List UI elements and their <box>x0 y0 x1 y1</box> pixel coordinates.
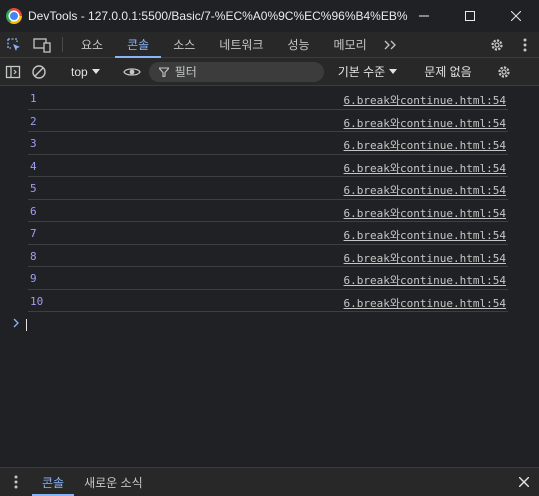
minimize-button[interactable] <box>401 0 447 32</box>
log-levels-label: 기본 수준 <box>337 65 386 79</box>
live-expression-button[interactable] <box>119 58 145 86</box>
clear-icon <box>32 64 46 79</box>
close-drawer-button[interactable] <box>509 468 539 496</box>
tab-memory[interactable]: 메모리 <box>322 32 379 57</box>
source-link[interactable]: 6.break와continue.html:54 <box>344 205 506 221</box>
context-label: top <box>71 64 88 79</box>
more-tabs-button[interactable] <box>379 32 401 57</box>
console-message: 1 6.break와continue.html:54 <box>28 87 508 110</box>
message-value: 1 <box>30 92 37 105</box>
message-value: 3 <box>30 137 37 150</box>
message-value: 2 <box>30 114 37 128</box>
close-window-button[interactable] <box>493 0 539 32</box>
drawer-menu-button[interactable] <box>0 468 32 496</box>
title-bar: DevTools - 127.0.0.1:5500/Basic/7-%EC%A0… <box>0 0 539 32</box>
main-toolbar: 요소 콘솔 소스 네트워크 성능 메모리 <box>0 32 539 58</box>
source-link[interactable]: 6.break와continue.html:54 <box>344 295 506 311</box>
message-value: 6 <box>30 204 37 218</box>
sidebar-toggle-button[interactable] <box>0 58 26 86</box>
source-link[interactable]: 6.break와continue.html:54 <box>344 137 506 153</box>
sidebar-icon <box>5 65 21 78</box>
tab-sources[interactable]: 소스 <box>161 32 207 57</box>
gear-icon <box>498 65 510 78</box>
maximize-icon <box>465 11 475 21</box>
console-message: 2 6.break와continue.html:54 <box>28 110 508 132</box>
console-message: 4 6.break와continue.html:54 <box>28 155 508 177</box>
eye-icon <box>122 67 141 76</box>
drawer-tab-console[interactable]: 콘솔 <box>32 468 75 496</box>
kebab-menu-icon <box>14 475 18 489</box>
message-value: 8 <box>30 249 37 263</box>
close-icon <box>519 477 529 487</box>
issues-counter[interactable]: 문제 없음 <box>418 63 478 80</box>
source-link[interactable]: 6.break와continue.html:54 <box>344 160 506 176</box>
console-message: 10 6.break와continue.html:54 <box>28 290 508 312</box>
console-settings-button[interactable] <box>491 58 517 86</box>
message-value: 7 <box>30 227 37 240</box>
message-value: 5 <box>30 182 37 195</box>
window-title: DevTools - 127.0.0.1:5500/Basic/7-%EC%A0… <box>28 9 408 23</box>
source-link[interactable]: 6.break와continue.html:54 <box>344 182 506 198</box>
tab-performance[interactable]: 성능 <box>275 32 321 57</box>
context-selector[interactable]: top <box>65 65 106 79</box>
settings-button[interactable] <box>483 37 511 53</box>
source-link[interactable]: 6.break와continue.html:54 <box>344 250 506 266</box>
caret-down-icon <box>91 68 100 74</box>
tab-elements[interactable]: 요소 <box>69 32 115 57</box>
log-levels-dropdown[interactable]: 기본 수준 <box>330 63 406 80</box>
caret-down-icon <box>389 68 398 74</box>
customize-menu-button[interactable] <box>511 38 539 52</box>
prompt-chevron-icon <box>13 318 19 328</box>
gear-icon <box>491 39 503 51</box>
console-message: 5 6.break와continue.html:54 <box>28 177 508 200</box>
device-toggle-icon <box>33 37 51 53</box>
filter-input[interactable]: 필터 <box>148 61 324 82</box>
inspect-element-button[interactable] <box>0 32 28 57</box>
kebab-menu-icon <box>523 38 527 52</box>
chrome-logo-icon <box>6 8 22 24</box>
maximize-button[interactable] <box>447 0 493 32</box>
console-message: 7 6.break와continue.html:54 <box>28 222 508 245</box>
minimize-icon <box>419 15 429 17</box>
message-value: 4 <box>30 159 37 173</box>
console-message: 9 6.break와continue.html:54 <box>28 267 508 290</box>
drawer-bar: 콘솔 새로운 소식 <box>0 467 539 496</box>
inspect-icon <box>7 37 20 51</box>
source-link[interactable]: 6.break와continue.html:54 <box>344 272 506 288</box>
source-link[interactable]: 6.break와continue.html:54 <box>344 115 506 131</box>
drawer-tab-whats-new[interactable]: 새로운 소식 <box>74 468 153 496</box>
console-input[interactable] <box>26 319 27 331</box>
source-link[interactable]: 6.break와continue.html:54 <box>344 92 506 108</box>
filter-placeholder: 필터 <box>174 65 197 79</box>
chevron-double-right-icon <box>384 40 396 49</box>
close-icon <box>511 11 521 21</box>
message-value: 9 <box>30 272 37 285</box>
message-value: 10 <box>30 294 44 308</box>
console-message: 8 6.break와continue.html:54 <box>28 245 508 267</box>
source-link[interactable]: 6.break와continue.html:54 <box>344 227 506 243</box>
console-message: 3 6.break와continue.html:54 <box>28 132 508 155</box>
console-toolbar: top 필터 기본 수준 문제 없음 <box>0 58 539 86</box>
filter-icon <box>158 66 169 77</box>
console-output: 1 6.break와continue.html:54 2 6.break와con… <box>0 87 539 467</box>
device-toolbar-button[interactable] <box>28 32 56 57</box>
tab-console[interactable]: 콘솔 <box>115 32 162 58</box>
clear-console-button[interactable] <box>26 58 52 86</box>
tab-network[interactable]: 네트워크 <box>207 32 275 57</box>
console-message: 6 6.break와continue.html:54 <box>28 200 508 222</box>
